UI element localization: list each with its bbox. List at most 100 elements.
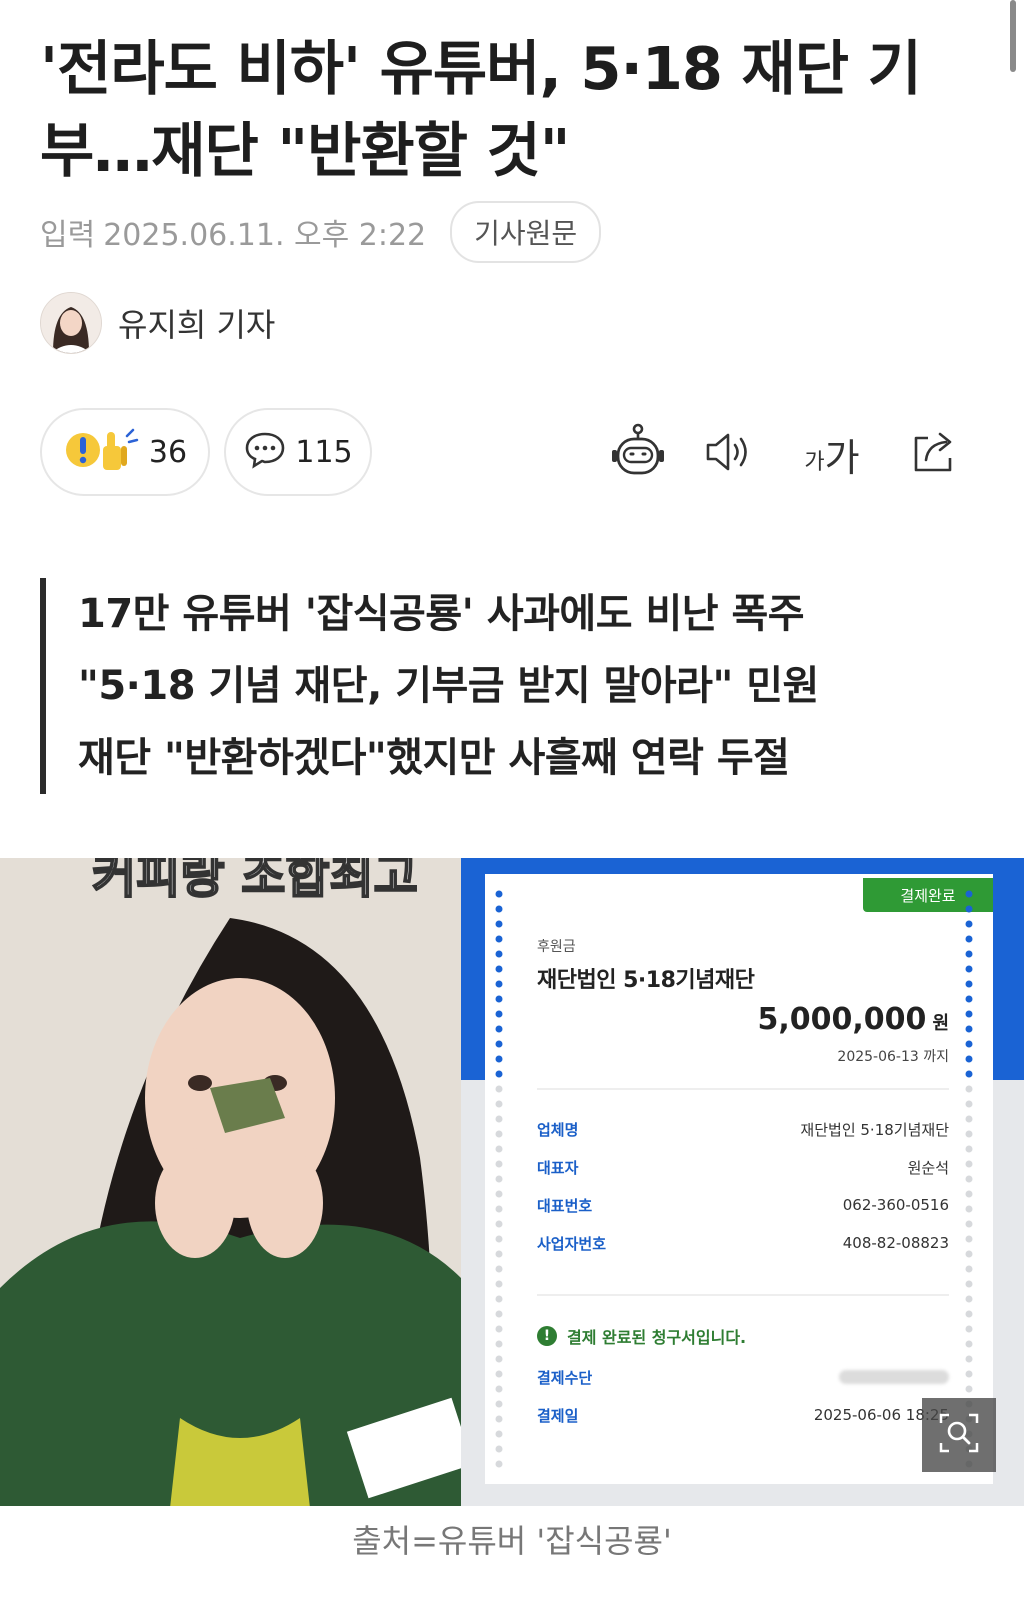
perforation-dot [495, 1025, 503, 1033]
perforation-dot [495, 905, 503, 913]
perforation-dot [495, 1130, 503, 1138]
perforation-dot [965, 1145, 973, 1153]
perforation-dot [495, 1055, 503, 1063]
perforation-dot [965, 1385, 973, 1393]
perforation-dot [965, 920, 973, 928]
published-label: 입력 [40, 218, 96, 253]
perforation-dot [495, 1325, 503, 1333]
perforation-dot [495, 1430, 503, 1438]
perforation-dot [965, 1325, 973, 1333]
perforation-dot [495, 1145, 503, 1153]
perforation-dot [495, 1220, 503, 1228]
perforation-dot [965, 1025, 973, 1033]
youtuber-photo: 커피랑 조합최고 [0, 858, 461, 1506]
perforation-dot [495, 1265, 503, 1273]
perforation-dot [965, 1130, 973, 1138]
comment-button[interactable]: 115 [224, 408, 372, 496]
perforation-dot [965, 1190, 973, 1198]
perforation-dot [495, 995, 503, 1003]
perforation-dot [965, 1040, 973, 1048]
perforation-dot [495, 950, 503, 958]
reaction-icon [63, 426, 141, 478]
original-article-button[interactable]: 기사원문 [450, 201, 602, 263]
font-size-big-label: 가 [824, 435, 860, 480]
article-meta: 입력 2025.06.11. 오후 2:22 기사원문 [40, 201, 602, 263]
reaction-button[interactable]: 36 [40, 408, 210, 496]
summary-line: "5·18 기념 재단, 기부금 받지 말아라" 민원 [78, 663, 819, 709]
photo-caption: 출처=유튜버 '잡식공룡' [352, 1522, 672, 1560]
zoom-button[interactable] [922, 1398, 996, 1472]
perforation-dot [495, 1445, 503, 1453]
speaker-icon [702, 426, 754, 482]
perforation-dot [495, 1385, 503, 1393]
perforation-dot [965, 1250, 973, 1258]
robot-icon [609, 423, 667, 485]
avatar [40, 292, 102, 354]
perforation-dot [965, 1085, 973, 1093]
perforation-dot [965, 1205, 973, 1213]
article-summary: 17만 유튜버 '잡식공룡' 사과에도 비난 폭주 "5·18 기념 재단, 기… [40, 578, 819, 794]
perforation-dot [495, 1040, 503, 1048]
perforation-dot [495, 1190, 503, 1198]
reaction-count: 36 [148, 434, 188, 470]
share-button[interactable] [902, 422, 966, 486]
perforation-dot [965, 1070, 973, 1078]
perforation-dot [965, 1340, 973, 1348]
perforation-dot [495, 1010, 503, 1018]
perforation-dot [965, 1280, 973, 1288]
comment-count: 115 [295, 434, 353, 470]
perforation-dot [495, 1370, 503, 1378]
perforation-dot [495, 1310, 503, 1318]
font-size-button[interactable]: 가 가 [792, 422, 872, 486]
perforation-dot [495, 890, 503, 898]
perforation-dot [495, 965, 503, 973]
perforation-dot [495, 1280, 503, 1288]
perforation-dot [965, 1175, 973, 1183]
perforation-dot [965, 980, 973, 988]
perforation-dot [965, 1265, 973, 1273]
perforation-dot [495, 1295, 503, 1303]
summary-bot-button[interactable] [606, 422, 670, 486]
perforation-dot [965, 1100, 973, 1108]
perforation-dot [965, 1115, 973, 1123]
video-overlay-text: 커피랑 조합최고 [91, 858, 419, 905]
perforation-dot [495, 1250, 503, 1258]
comment-icon [243, 428, 287, 476]
perforation-dot [495, 1460, 503, 1468]
scrollbar[interactable] [1010, 0, 1016, 72]
tts-button[interactable] [696, 422, 760, 486]
reporter-name: 유지희 기자 [118, 306, 276, 344]
zoom-icon [937, 1411, 981, 1459]
perforation-dot [495, 1175, 503, 1183]
article-title: '전라도 비하' 유튜버, 5·18 재단 기부…재단 "반환할 것" [40, 34, 922, 185]
perforation-dot [495, 1205, 503, 1213]
font-size-small-label: 가 [804, 450, 825, 475]
perforation-dot [965, 1370, 973, 1378]
perforation-dot [965, 1310, 973, 1318]
perforation-dot [965, 995, 973, 1003]
action-row: 36 115 가 가 [40, 408, 984, 498]
perforation-dot [495, 1070, 503, 1078]
perforation-dot [495, 1085, 503, 1093]
perforation-dot [495, 980, 503, 988]
published-date: 2025.06.11. 오후 2:22 [103, 218, 427, 253]
perforation-dot [965, 1235, 973, 1243]
perforation-dot [495, 920, 503, 928]
perforation-dot [495, 1160, 503, 1168]
perforation-dot [965, 905, 973, 913]
perforation-dot [965, 1295, 973, 1303]
perforation-dot [495, 1400, 503, 1408]
article-photo[interactable]: 커피랑 조합최고 결제완료 후원금 재단법인 5·18기념재단 5,000,00… [0, 858, 1024, 1506]
reporter[interactable]: 유지희 기자 [40, 292, 275, 354]
share-icon [908, 426, 960, 482]
perforation-dot [965, 1220, 973, 1228]
perforation-dot [965, 935, 973, 943]
summary-line: 17만 유튜버 '잡식공룡' 사과에도 비난 폭주 [78, 591, 805, 637]
perforation-dot [965, 1010, 973, 1018]
perforation-dot [495, 935, 503, 943]
perforation-dot [965, 950, 973, 958]
perforation-dot [965, 965, 973, 973]
perforation-dot [965, 1355, 973, 1363]
perforation-dot [495, 1415, 503, 1423]
perforation-dot [495, 1235, 503, 1243]
